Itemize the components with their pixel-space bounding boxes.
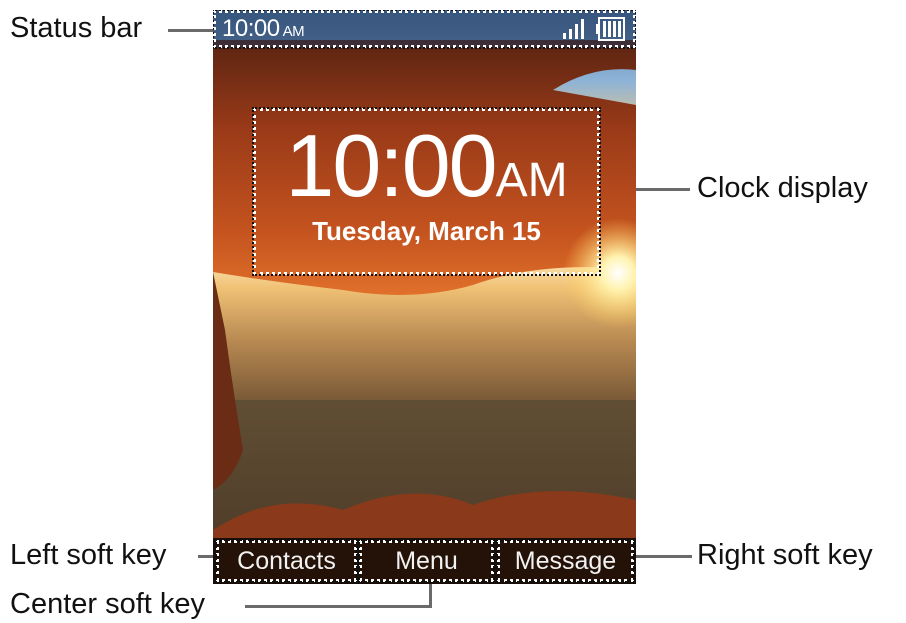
callout-status-bar: Status bar xyxy=(10,12,143,44)
leader-line-status-bar xyxy=(168,29,216,32)
callout-right-soft-key: Right soft key xyxy=(697,539,873,571)
wallpaper-image xyxy=(213,10,636,584)
phone-screen: 10:00 AM 10:00AM Tuesday, March 15 Contac… xyxy=(213,10,636,584)
right-soft-key-outline xyxy=(496,539,635,583)
leader-line-center-soft-key-h xyxy=(245,605,432,608)
callout-clock-display: Clock display xyxy=(697,172,868,204)
callout-center-soft-key: Center soft key xyxy=(10,588,206,620)
center-soft-key-outline xyxy=(358,539,495,583)
status-bar-outline xyxy=(213,10,636,49)
callout-left-soft-key: Left soft key xyxy=(10,539,167,571)
left-soft-key-outline xyxy=(215,539,358,583)
leader-line-right-soft-key xyxy=(630,555,692,558)
clock-display-outline xyxy=(252,107,601,276)
